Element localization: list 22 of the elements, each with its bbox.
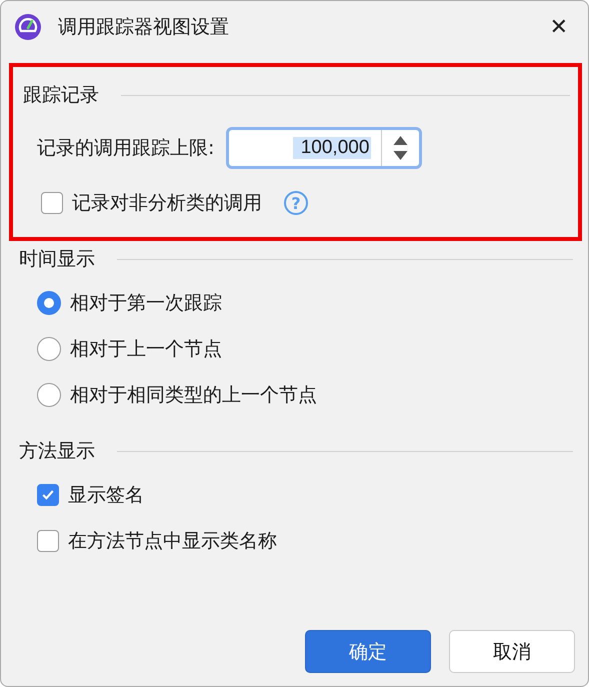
close-button[interactable]: ✕ (546, 14, 572, 40)
radio-button[interactable] (37, 291, 61, 315)
gauge-icon (14, 13, 42, 41)
checkbox[interactable] (41, 192, 63, 214)
section-heading: 方法显示 (19, 439, 95, 464)
radio-button[interactable] (37, 383, 61, 407)
limit-label: 记录的调用跟踪上限: (37, 136, 214, 161)
radio-label: 相对于第一次跟踪 (70, 291, 222, 316)
spin-field[interactable]: 100,000 (226, 127, 422, 169)
checkbox-label: 显示签名 (68, 483, 144, 508)
checkbox[interactable] (37, 484, 59, 506)
section-heading: 时间显示 (19, 247, 95, 272)
cancel-button[interactable]: 取消 (449, 630, 575, 673)
radio-button[interactable] (37, 337, 61, 361)
checkbox-label: 在方法节点中显示类名称 (68, 529, 277, 554)
checkbox-label: 记录对非分析类的调用 (72, 191, 262, 216)
window-title: 调用跟踪器视图设置 (58, 15, 230, 40)
radio-label: 相对于相同类型的上一个节点 (70, 383, 317, 408)
checkbox[interactable] (37, 530, 59, 552)
ok-button[interactable]: 确定 (305, 630, 431, 673)
radio-label: 相对于上一个节点 (70, 337, 222, 362)
section-heading: 跟踪记录 (23, 83, 99, 108)
